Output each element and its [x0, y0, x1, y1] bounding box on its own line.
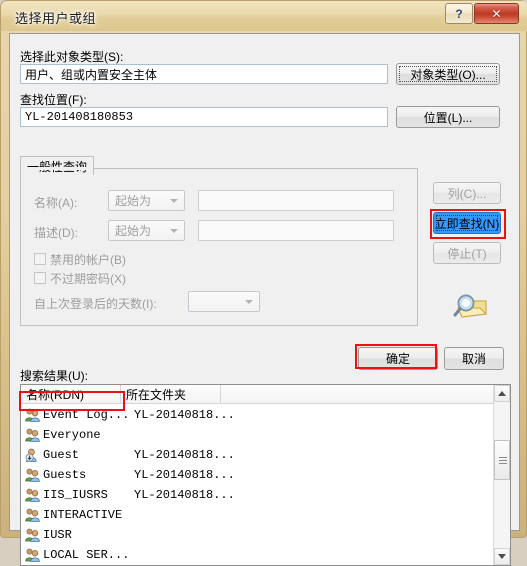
row-name: LOCAL SER... — [43, 548, 130, 562]
non-expiring-password-checkbox[interactable] — [34, 272, 46, 284]
focus-ring — [399, 66, 497, 82]
find-now-button[interactable]: 立即查找(N) — [433, 212, 501, 234]
description-label: 描述(D): — [34, 226, 78, 240]
row-name: IIS_IUSRS — [43, 488, 108, 502]
row-name: Guests — [43, 468, 87, 482]
column-header-extra[interactable] — [221, 385, 494, 403]
stop-button-label: 停止(T) — [447, 246, 487, 261]
select-users-dialog-window: 选择用户或组 ? ✕ 选择此对象类型(S): 用户、组或内置安全主体 对象类型(… — [0, 0, 527, 566]
scroll-up-button[interactable] — [494, 385, 510, 402]
columns-button[interactable]: 列(C)... — [433, 182, 501, 204]
description-operator-combo[interactable]: 起始为 — [108, 220, 185, 241]
group-icon — [25, 488, 40, 502]
days-since-logon-label: 自上次登录后的天数(I): — [34, 297, 157, 311]
object-type-label: 选择此对象类型(S): — [20, 50, 124, 64]
description-input[interactable] — [198, 220, 394, 241]
row-folder: YL-20140818... — [134, 448, 235, 462]
scrollbar-grip-icon — [499, 457, 507, 464]
disabled-accounts-label: 禁用的帐户(B) — [50, 253, 126, 267]
search-folder-icon — [453, 294, 488, 318]
location-button[interactable]: 位置(L)... — [396, 106, 500, 128]
column-header-folder[interactable]: 所在文件夹 — [121, 385, 221, 403]
name-label: 名称(A): — [34, 196, 78, 210]
days-since-logon-combo[interactable] — [188, 291, 260, 312]
group-icon — [25, 408, 40, 422]
dialog-client-area: 选择此对象类型(S): 用户、组或内置安全主体 对象类型(O)... 查找位置(… — [9, 33, 520, 566]
row-name: Guest — [43, 448, 80, 462]
cancel-button-label: 取消 — [461, 352, 486, 366]
columns-button-label: 列(C)... — [447, 186, 487, 201]
row-folder: YL-20140818... — [134, 408, 235, 422]
disabled-accounts-checkbox[interactable] — [34, 253, 46, 265]
chevron-down-icon — [170, 198, 178, 203]
cancel-button[interactable]: 取消 — [444, 347, 504, 370]
object-types-button[interactable]: 对象类型(O)... — [396, 63, 500, 85]
row-name: Everyone — [43, 428, 101, 442]
stop-button[interactable]: 停止(T) — [433, 242, 501, 264]
group-icon — [25, 548, 40, 562]
row-folder: YL-20140818... — [134, 468, 235, 482]
title-bar: 选择用户或组 ? ✕ — [1, 1, 527, 31]
tab-label: 一般性查询 — [27, 158, 87, 175]
tab-panel-joint — [21, 167, 93, 170]
close-button[interactable]: ✕ — [474, 3, 519, 24]
row-name: IUSR — [43, 528, 72, 542]
group-icon — [25, 528, 40, 542]
row-name: INTERACTIVE — [43, 508, 123, 522]
group-icon — [25, 508, 40, 522]
description-operator-value: 起始为 — [115, 224, 152, 238]
location-field[interactable]: YL-201408180853 — [20, 107, 388, 127]
table-row[interactable]: Everyone — [21, 425, 510, 445]
location-label: 查找位置(F): — [20, 93, 87, 107]
help-button[interactable]: ? — [445, 3, 473, 24]
group-icon — [25, 468, 40, 482]
location-button-label: 位置(L)... — [423, 110, 473, 125]
chevron-down-icon — [245, 299, 253, 304]
list-vertical-scrollbar[interactable] — [493, 385, 510, 565]
search-results-list[interactable]: 名称(RDN) 所在文件夹 Event Log... YL-20140818...… — [20, 384, 511, 566]
row-folder: YL-20140818... — [134, 488, 235, 502]
ok-button-label: 确定 — [385, 352, 410, 366]
table-row[interactable]: Event Log... YL-20140818... — [21, 405, 510, 425]
search-results-label: 搜索结果(U): — [20, 369, 88, 383]
table-row[interactable]: IIS_IUSRS YL-20140818... — [21, 485, 510, 505]
tab-common-queries[interactable]: 一般性查询 — [20, 156, 94, 175]
user-disabled-icon — [25, 448, 40, 462]
scroll-down-arrow-icon — [498, 554, 506, 559]
table-row[interactable]: LOCAL SER... — [21, 545, 510, 565]
object-type-field[interactable]: 用户、组或内置安全主体 — [20, 64, 388, 84]
non-expiring-password-label: 不过期密码(X) — [50, 272, 126, 286]
name-operator-value: 起始为 — [115, 194, 152, 208]
list-header: 名称(RDN) 所在文件夹 — [21, 385, 510, 404]
row-name: Event Log... — [43, 408, 130, 422]
ok-button[interactable]: 确定 — [358, 347, 438, 370]
column-header-name[interactable]: 名称(RDN) — [21, 385, 121, 403]
group-icon — [25, 428, 40, 442]
scrollbar-thumb[interactable] — [494, 440, 510, 480]
name-operator-combo[interactable]: 起始为 — [108, 190, 185, 211]
scroll-down-button[interactable] — [494, 548, 510, 565]
name-input[interactable] — [198, 190, 394, 211]
table-row[interactable]: INTERACTIVE — [21, 505, 510, 525]
chevron-down-icon — [170, 228, 178, 233]
table-row[interactable]: IUSR — [21, 525, 510, 545]
scroll-up-arrow-icon — [498, 391, 506, 396]
table-row[interactable]: Guests YL-20140818... — [21, 465, 510, 485]
table-row[interactable]: Guest YL-20140818... — [21, 445, 510, 465]
focus-ring — [436, 215, 498, 231]
window-title: 选择用户或组 — [15, 11, 97, 26]
